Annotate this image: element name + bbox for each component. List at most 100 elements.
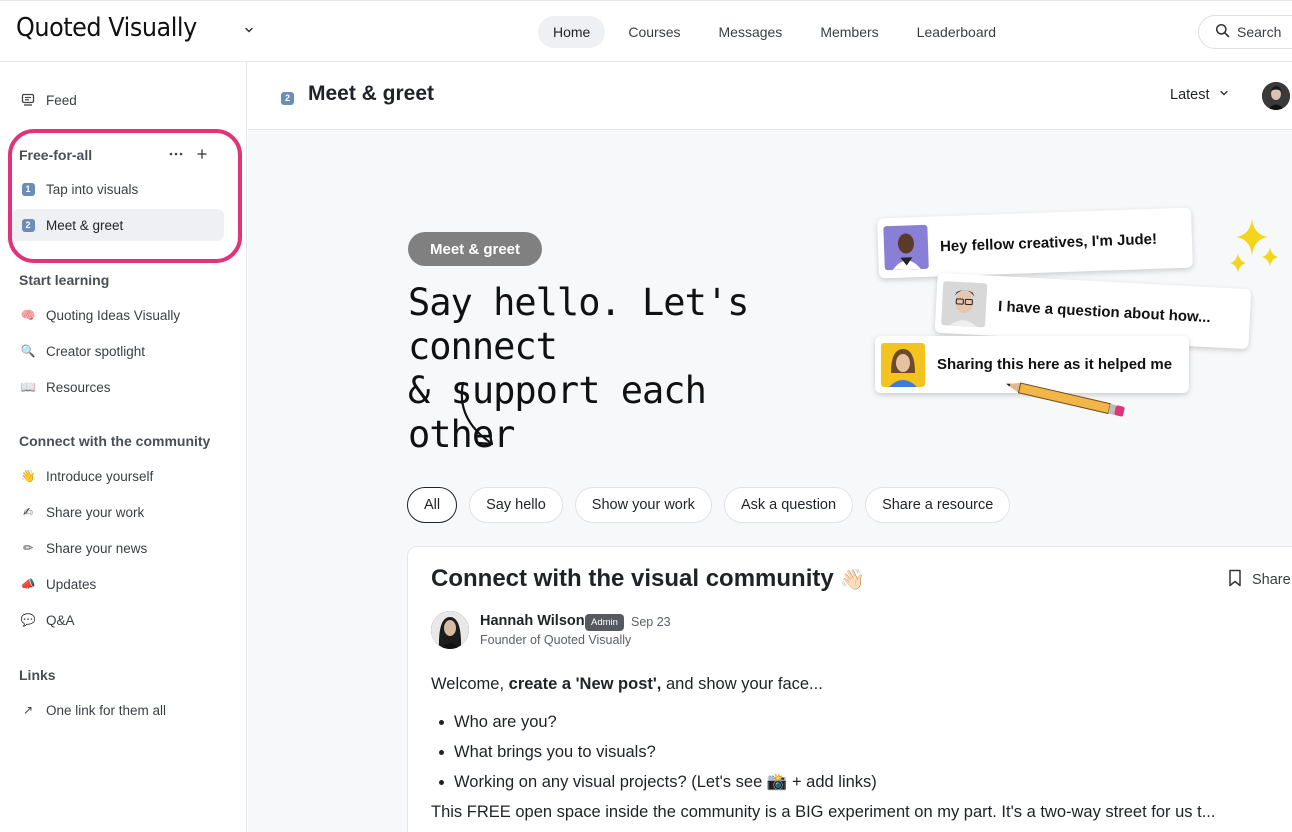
keycap-1-icon: 1 <box>20 181 36 197</box>
sidebar-group-title[interactable]: Free-for-all <box>19 147 92 163</box>
banner-pill: Meet & greet <box>408 232 542 266</box>
filter-say-hello[interactable]: Say hello <box>469 487 563 523</box>
post-bullets: Who are you? What brings you to visuals?… <box>431 707 1291 797</box>
search-icon <box>1215 23 1230 41</box>
sidebar-item-label: Creator spotlight <box>46 343 146 359</box>
post-closing: This FREE open space inside the communit… <box>431 803 1216 821</box>
post-intro: Welcome, create a 'New post', and show y… <box>431 669 1291 699</box>
waving-hand-icon: 👋🏻 <box>840 567 866 591</box>
sidebar-item-share-your-news[interactable]: ✏ Share your news <box>12 532 224 564</box>
wave-icon: 👋 <box>20 469 36 483</box>
sidebar-item-label: Resources <box>46 379 111 395</box>
user-avatar[interactable] <box>1262 82 1290 110</box>
main-nav: Home Courses Messages Members Leaderboar… <box>538 16 1011 48</box>
person-photo-icon <box>941 281 988 328</box>
sidebar-group-title[interactable]: Links <box>19 667 56 683</box>
chevron-down-icon <box>1218 87 1230 103</box>
banner-card: Hey fellow creatives, I'm Jude! <box>877 207 1193 279</box>
brand-logo[interactable]: Quoted Visually <box>16 13 197 43</box>
author-role: Founder of Quoted Visually <box>480 633 632 647</box>
sidebar-item-share-your-work[interactable]: ✍ Share your work <box>12 496 224 528</box>
sidebar-item-label: Updates <box>46 576 97 592</box>
author-name[interactable]: Hannah Wilson <box>480 613 585 629</box>
post-title[interactable]: Connect with the visual community 👋🏻 <box>431 565 865 593</box>
magnifier-icon: 🔍 <box>20 344 36 358</box>
share-label: Share <box>1252 572 1291 588</box>
sidebar-item-label: Tap into visuals <box>46 181 139 197</box>
keycap-2-icon: 2 <box>20 217 36 233</box>
person-photo-icon <box>881 342 925 387</box>
list-item: Who are you? <box>431 707 1291 737</box>
page-title: Meet & greet <box>308 82 435 105</box>
list-item: What brings you to visuals? <box>431 737 1291 767</box>
sparkle-icon <box>1230 219 1278 273</box>
sort-label: Latest <box>1170 87 1210 103</box>
bookmark-button[interactable]: Share <box>1228 569 1291 591</box>
nav-members[interactable]: Members <box>805 16 893 48</box>
post-body: Welcome, create a 'New post', and show y… <box>431 669 1291 827</box>
banner-headline-line: Say hello. Let's connect <box>408 281 749 368</box>
sidebar-item-label: Share your work <box>46 504 145 520</box>
sidebar-item-feed[interactable]: Feed <box>12 84 224 116</box>
banner-card-text: Hey fellow creatives, I'm Jude! <box>939 230 1158 255</box>
sidebar-item-label: Share your news <box>46 540 148 556</box>
sidebar-item-label: Quoting Ideas Visually <box>46 307 181 323</box>
sidebar-item-label: Feed <box>46 92 77 108</box>
list-item: Working on any visual projects? (Let's s… <box>431 767 1291 797</box>
nav-leaderboard[interactable]: Leaderboard <box>902 16 1011 48</box>
add-icon[interactable] <box>194 146 210 162</box>
sidebar-item-quoting-ideas-visually[interactable]: 🧠 Quoting Ideas Visually <box>12 299 224 331</box>
bookmark-icon <box>1228 569 1242 591</box>
book-icon: 📖 <box>20 380 36 394</box>
feed-icon <box>20 92 36 108</box>
nav-home[interactable]: Home <box>538 16 606 48</box>
author-avatar[interactable] <box>431 611 469 649</box>
post-title-text: Connect with the visual community <box>431 565 834 592</box>
person-photo-icon <box>883 224 929 271</box>
filter-ask-a-question[interactable]: Ask a question <box>723 487 854 523</box>
sidebar-item-label: Meet & greet <box>46 217 124 233</box>
sidebar-group-title[interactable]: Connect with the community <box>19 433 210 449</box>
sort-dropdown[interactable]: Latest <box>1170 87 1230 103</box>
admin-badge: Admin <box>585 614 624 631</box>
main-content: Meet & greet Say hello. Let's connect & … <box>248 131 1292 832</box>
chevron-down-icon[interactable] <box>242 23 256 37</box>
writing-hand-icon: ✍ <box>22 505 34 519</box>
sidebar-item-introduce-yourself[interactable]: 👋 Introduce yourself <box>12 460 224 492</box>
sidebar-item-one-link[interactable]: ↗ One link for them all <box>12 694 224 726</box>
filter-share-a-resource[interactable]: Share a resource <box>865 487 1011 523</box>
arrow-down-icon <box>460 381 494 446</box>
post-intro-bold: create a 'New post', <box>508 675 662 693</box>
sidebar-item-label: One link for them all <box>46 702 167 718</box>
search-button[interactable]: Search <box>1198 15 1292 49</box>
sidebar-item-tap-into-visuals[interactable]: 1 Tap into visuals <box>12 173 224 205</box>
post-date[interactable]: Sep 23 <box>631 615 671 629</box>
group-actions <box>168 146 210 162</box>
brain-icon: 🧠 <box>20 308 36 322</box>
banner-card-text: Sharing this here as it helped me <box>937 356 1173 373</box>
sidebar-item-updates[interactable]: 📣 Updates <box>12 568 224 600</box>
filter-show-your-work[interactable]: Show your work <box>574 487 712 523</box>
pencil-icon <box>1006 382 1125 417</box>
post-card: Connect with the visual community 👋🏻 Sha… <box>407 546 1292 832</box>
sidebar-item-creator-spotlight[interactable]: 🔍 Creator spotlight <box>12 335 224 367</box>
more-options-icon[interactable] <box>168 146 184 162</box>
nav-messages[interactable]: Messages <box>704 16 798 48</box>
filter-all[interactable]: All <box>407 487 458 523</box>
pencil-icon: ✏ <box>22 541 34 555</box>
sidebar-item-qa[interactable]: 💬 Q&A <box>12 604 224 636</box>
space-header: 2 Meet & greet Latest <box>248 62 1292 130</box>
filter-tabs: All Say hello Show your work Ask a quest… <box>407 487 1011 523</box>
post-intro-text: Welcome, <box>431 675 509 693</box>
sidebar-item-meet-and-greet[interactable]: 2 Meet & greet <box>12 209 224 241</box>
sidebar: Feed Free-for-all 1 Tap into visuals 2 M… <box>0 62 247 832</box>
sidebar-item-label: Introduce yourself <box>46 468 154 484</box>
megaphone-icon: 📣 <box>20 577 36 591</box>
keycap-2-icon: 2 <box>281 88 294 106</box>
banner-card-text: I have a question about how... <box>997 297 1212 326</box>
sidebar-group-title[interactable]: Start learning <box>19 272 109 288</box>
search-label: Search <box>1237 24 1282 40</box>
sidebar-item-resources[interactable]: 📖 Resources <box>12 371 224 403</box>
top-bar: Quoted Visually Home Courses Messages Me… <box>0 0 1292 62</box>
nav-courses[interactable]: Courses <box>613 16 695 48</box>
